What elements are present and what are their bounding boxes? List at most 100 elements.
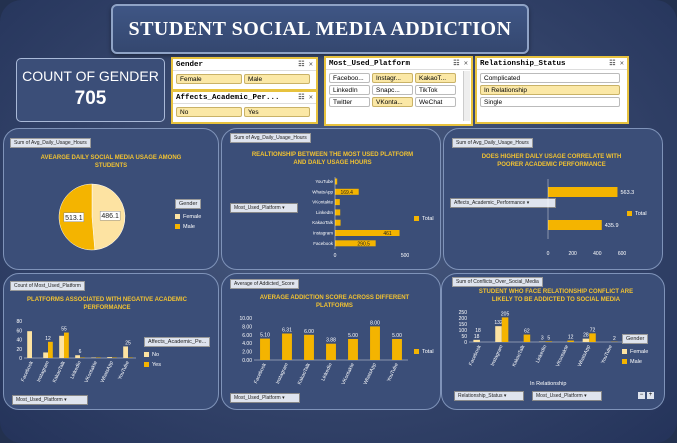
data-label: 8.00 <box>370 320 380 326</box>
slicer-item-kakaotalk[interactable]: KakaoT... <box>415 73 456 83</box>
x-tick-label: KakaoTalk <box>52 360 67 384</box>
academic-slicer[interactable]: Affects_Academic_Per... ☷ ✕ No Yes <box>171 90 318 124</box>
data-label: 25 <box>125 340 131 346</box>
bar <box>59 335 64 358</box>
x-tick-label: Instagram <box>490 344 505 367</box>
collapse-button[interactable]: − <box>638 392 645 399</box>
y-tick-label: 0 <box>464 340 467 346</box>
chart-legend: Total <box>627 211 647 217</box>
x-tick-label: YouTube <box>600 344 614 365</box>
y-tick-label: 200 <box>459 316 468 322</box>
category-label: VKontakte <box>312 200 333 205</box>
relationship-filter-dropdown[interactable]: Relationship_Status ▾ <box>454 391 524 401</box>
platform-slicer[interactable]: Most_Used_Platform ☷ ✕ Faceboo... Instagr… <box>324 56 473 126</box>
legend-title[interactable]: Gender <box>175 199 202 209</box>
y-tick-label: 0.00 <box>242 358 252 364</box>
platform-filter-dropdown[interactable]: Most_Used_Platform ▾ <box>230 393 300 403</box>
data-label: 486.1 <box>101 213 119 220</box>
platform-filter-dropdown[interactable]: Most_Used_Platform ▾ <box>12 395 88 405</box>
data-label: 5.10 <box>260 333 270 339</box>
chart-legend: Gender Female Male <box>622 334 649 365</box>
slicer-item-tiktok[interactable]: TikTok <box>415 85 456 95</box>
clear-filter-icon[interactable]: ☷ ✕ <box>609 59 624 68</box>
x-tick-label: VKontakte <box>555 344 570 368</box>
bar <box>260 338 270 360</box>
slicer-item-complicated[interactable]: Complicated <box>480 73 620 83</box>
bar-chart-addiction: 0.00 2.00 4.00 6.00 8.00 10.00 5.10 Facebook 6.3… <box>239 316 408 386</box>
slicer-item-snapchat[interactable]: Snapc... <box>372 85 413 95</box>
data-label: 563.3 <box>620 190 634 196</box>
clear-filter-icon[interactable]: ☷ ✕ <box>298 93 313 102</box>
x-tick-label: VKontakte <box>84 360 99 384</box>
hbar-chart-platform: YouTube WhatsApp 169.4 VKontakte LinkedIn Kak… <box>312 177 409 259</box>
slicer-item-male[interactable]: Male <box>244 74 310 84</box>
slicer-item-vkontakte[interactable]: VKonta... <box>372 97 413 107</box>
y-tick-label: 8.00 <box>242 324 252 330</box>
bar <box>392 339 402 360</box>
x-tick-label: KakaoTalk <box>297 362 312 386</box>
y-tick-label: 40 <box>16 338 22 344</box>
data-label: 12 <box>568 335 574 341</box>
relationship-slicer-title: Relationship_Status <box>480 59 566 68</box>
relationship-slicer[interactable]: Relationship_Status ☷ ✕ Complicated In Re… <box>475 56 629 124</box>
y-tick-label: 250 <box>459 310 468 316</box>
data-label: 513.1 <box>65 215 83 222</box>
chart-legend: Total <box>414 216 434 222</box>
y-tick-label: 50 <box>461 334 467 340</box>
slicer-item-single[interactable]: Single <box>480 97 620 107</box>
legend-title[interactable]: Gender <box>622 334 649 344</box>
kpi-value: 705 <box>74 88 107 109</box>
expand-button[interactable]: + <box>647 392 654 399</box>
bar <box>326 343 336 360</box>
bar <box>548 187 618 197</box>
slicer-item-yes[interactable]: Yes <box>244 107 310 117</box>
bar <box>548 220 602 230</box>
x-tick-label: 600 <box>618 251 627 257</box>
x-tick-label: LinkedIn <box>320 362 334 382</box>
category-label: YouTube <box>315 179 333 184</box>
chart-legend: Affects_Academic_Pe... No Yes <box>144 337 211 368</box>
y-tick-label: 150 <box>459 322 468 328</box>
panel-daily-usage-gender: Sum of Avg_Daily_Usage_Hours AVEARGE DAI… <box>3 128 219 270</box>
bar <box>545 341 553 342</box>
x-tick-label: Instagram <box>275 362 290 385</box>
kpi-card: COUNT OF GENDER 705 <box>16 58 165 122</box>
platform-filter-dropdown[interactable]: Most_Used_Platform ▾ <box>532 391 602 401</box>
bar <box>523 334 531 342</box>
x-tick-label: 200 <box>568 251 577 257</box>
y-tick-label: 0 <box>19 356 22 362</box>
bar <box>335 209 341 216</box>
clear-filter-icon[interactable]: ☷ ✕ <box>453 59 468 68</box>
slicer-item-no[interactable]: No <box>176 107 242 117</box>
slicer-item-in-relationship[interactable]: In Relationship <box>480 85 620 95</box>
panel-negative-academic: Count of Most_Used_Platform PLATFORMS AS… <box>3 273 219 410</box>
category-label: WhatsApp <box>312 189 333 194</box>
x-tick-label: 400 <box>593 251 602 257</box>
gender-slicer[interactable]: Gender ☷ ✕ Female Male <box>171 57 318 91</box>
bar <box>123 346 128 358</box>
y-tick-label: 10.00 <box>239 316 252 322</box>
bar <box>589 333 596 342</box>
slicer-scrollbar[interactable] <box>463 71 470 121</box>
data-label: 62 <box>524 329 530 335</box>
panel-relationship-conflict: Sum of Conflicts_Over_Social_Media STUDE… <box>441 273 665 410</box>
y-tick-label: 20 <box>16 347 22 353</box>
x-tick-label: Instagram <box>36 360 51 383</box>
data-label: 435.9 <box>605 223 619 229</box>
clear-filter-icon[interactable]: ☷ ✕ <box>298 60 313 69</box>
bar <box>304 334 314 360</box>
data-label: 169.4 <box>340 190 353 196</box>
slicer-item-wechat[interactable]: WeChat <box>415 97 456 107</box>
slicer-item-instagram[interactable]: Instagr... <box>372 73 413 83</box>
legend-title[interactable]: Affects_Academic_Pe... <box>144 337 211 347</box>
y-tick-label: 100 <box>459 328 468 334</box>
slicer-item-facebook[interactable]: Faceboo... <box>329 73 370 83</box>
x-tick-label: YouTube <box>386 362 400 383</box>
bar <box>501 317 509 342</box>
slicer-item-twitter[interactable]: Twitter <box>329 97 370 107</box>
data-label: 55 <box>61 327 67 333</box>
panel-addiction-score: Average of Addicted_Score AVERAGE ADDICT… <box>221 273 441 410</box>
x-tick-label: VKontakte <box>341 362 356 386</box>
slicer-item-linkedin[interactable]: LinkedIn <box>329 85 370 95</box>
slicer-item-female[interactable]: Female <box>176 74 242 84</box>
